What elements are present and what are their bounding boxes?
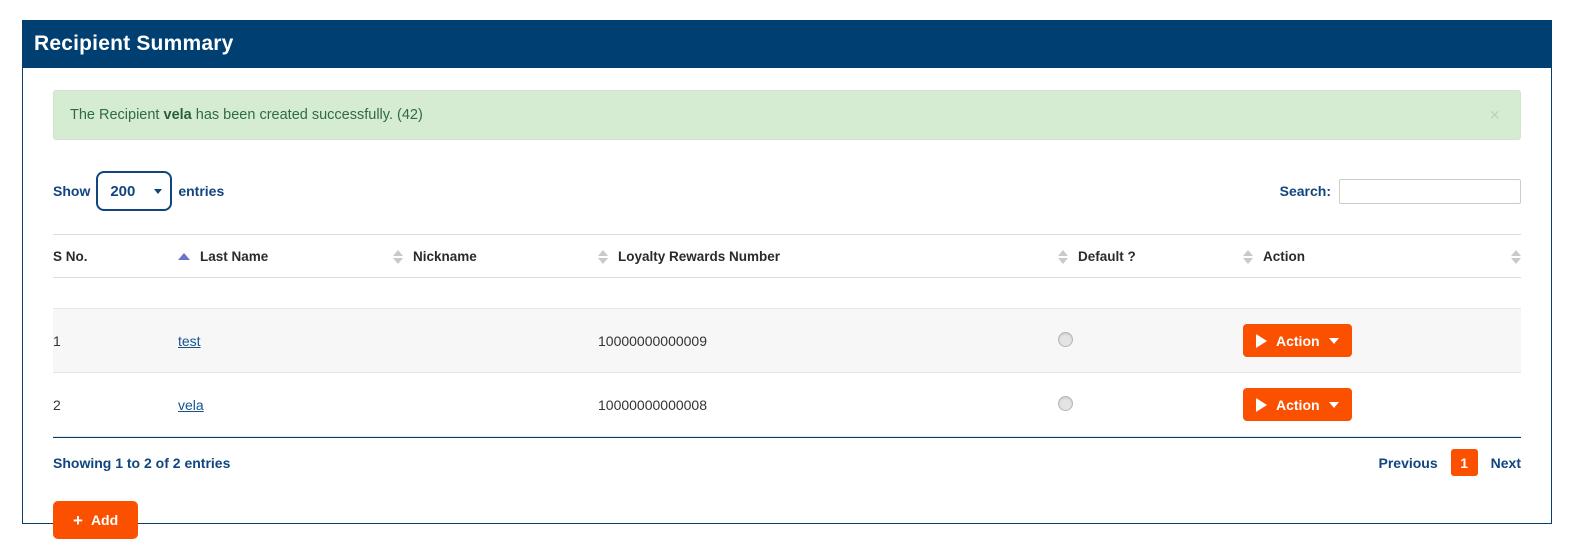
default-radio[interactable] bbox=[1058, 396, 1073, 411]
app-screen: Recipient Summary The Recipient vela has… bbox=[0, 0, 1574, 545]
recipient-link[interactable]: vela bbox=[178, 397, 204, 413]
success-alert: The Recipient vela has been created succ… bbox=[53, 90, 1521, 140]
column-label-sno: S No. bbox=[53, 249, 88, 264]
page-title: Recipient Summary bbox=[34, 32, 233, 56]
cell-sno: 1 bbox=[53, 309, 178, 373]
sort-ascending-icon bbox=[178, 253, 190, 260]
cell-action: Action bbox=[1243, 373, 1521, 437]
column-label-last-name: Last Name bbox=[200, 249, 268, 264]
search-label: Search: bbox=[1280, 183, 1331, 199]
play-icon bbox=[1256, 398, 1267, 412]
table-header-row: S No. Last Name Nickna bbox=[53, 235, 1521, 278]
cell-sno: 2 bbox=[53, 373, 178, 437]
cell-nickname bbox=[393, 309, 598, 373]
panel-body: The Recipient vela has been created succ… bbox=[23, 68, 1551, 539]
cell-default bbox=[1058, 309, 1243, 373]
table-footer: Showing 1 to 2 of 2 entries Previous 1 N… bbox=[53, 437, 1521, 487]
cell-loyalty: 10000000000008 bbox=[598, 373, 1058, 437]
close-icon[interactable]: × bbox=[1483, 105, 1506, 125]
search-input[interactable] bbox=[1339, 179, 1521, 204]
chevron-down-icon bbox=[154, 189, 162, 194]
column-header-loyalty[interactable]: Loyalty Rewards Number bbox=[598, 235, 1058, 278]
action-button-label: Action bbox=[1276, 333, 1320, 349]
sort-both-icon bbox=[1243, 250, 1253, 264]
cell-default bbox=[1058, 373, 1243, 437]
show-label: Show bbox=[53, 183, 90, 199]
action-button[interactable]: Action bbox=[1243, 388, 1352, 421]
recipients-table: S No. Last Name Nickna bbox=[53, 234, 1521, 437]
pagination-page-1[interactable]: 1 bbox=[1451, 449, 1478, 476]
action-button[interactable]: Action bbox=[1243, 324, 1352, 357]
sort-both-icon bbox=[598, 250, 608, 264]
search-control: Search: bbox=[1280, 179, 1521, 204]
column-label-loyalty: Loyalty Rewards Number bbox=[618, 249, 780, 264]
alert-message: The Recipient vela has been created succ… bbox=[70, 107, 423, 123]
column-header-nickname[interactable]: Nickname bbox=[393, 235, 598, 278]
sort-both-icon bbox=[1511, 250, 1521, 264]
table-toolbar: Show 200 entries Search: bbox=[53, 170, 1521, 212]
pagination: Previous 1 Next bbox=[1379, 449, 1522, 476]
column-header-default[interactable]: Default ? bbox=[1058, 235, 1243, 278]
column-header-sno[interactable]: S No. bbox=[53, 235, 178, 278]
recipient-summary-panel: Recipient Summary The Recipient vela has… bbox=[22, 21, 1552, 524]
alert-prefix: The Recipient bbox=[70, 107, 159, 123]
page-length-value: 200 bbox=[110, 183, 135, 200]
page-length-select[interactable]: 200 bbox=[96, 171, 172, 211]
add-button[interactable]: + Add bbox=[53, 501, 138, 539]
add-button-label: Add bbox=[91, 512, 118, 528]
pagination-previous[interactable]: Previous bbox=[1379, 455, 1438, 471]
table-row: 1 test 10000000000009 Action bbox=[53, 309, 1521, 373]
chevron-down-icon bbox=[1329, 338, 1339, 344]
sort-both-icon bbox=[1058, 250, 1068, 264]
column-label-action: Action bbox=[1263, 249, 1305, 264]
table-head: S No. Last Name Nickna bbox=[53, 235, 1521, 278]
column-header-last-name[interactable]: Last Name bbox=[178, 235, 393, 278]
entries-label: entries bbox=[178, 183, 224, 199]
alert-suffix: has been created successfully. (42) bbox=[196, 107, 423, 123]
chevron-down-icon bbox=[1329, 402, 1339, 408]
table-spacer-row bbox=[53, 278, 1521, 309]
alert-recipient-name: vela bbox=[164, 107, 192, 123]
sort-both-icon bbox=[393, 250, 403, 264]
showing-entries-info: Showing 1 to 2 of 2 entries bbox=[53, 455, 230, 471]
recipient-link[interactable]: test bbox=[178, 333, 201, 349]
cell-last-name: vela bbox=[178, 373, 393, 437]
cell-loyalty: 10000000000009 bbox=[598, 309, 1058, 373]
cell-last-name: test bbox=[178, 309, 393, 373]
column-label-default: Default ? bbox=[1078, 249, 1136, 264]
pagination-next[interactable]: Next bbox=[1491, 455, 1521, 471]
play-icon bbox=[1256, 334, 1267, 348]
panel-header: Recipient Summary bbox=[22, 20, 1552, 68]
cell-action: Action bbox=[1243, 309, 1521, 373]
table-row: 2 vela 10000000000008 Action bbox=[53, 373, 1521, 437]
table-body: 1 test 10000000000009 Action bbox=[53, 278, 1521, 437]
column-label-nickname: Nickname bbox=[413, 249, 477, 264]
plus-icon: + bbox=[73, 512, 83, 529]
action-button-label: Action bbox=[1276, 397, 1320, 413]
default-radio[interactable] bbox=[1058, 332, 1073, 347]
page-length-control: Show 200 entries bbox=[53, 171, 224, 211]
column-header-action[interactable]: Action bbox=[1243, 235, 1521, 278]
cell-nickname bbox=[393, 373, 598, 437]
